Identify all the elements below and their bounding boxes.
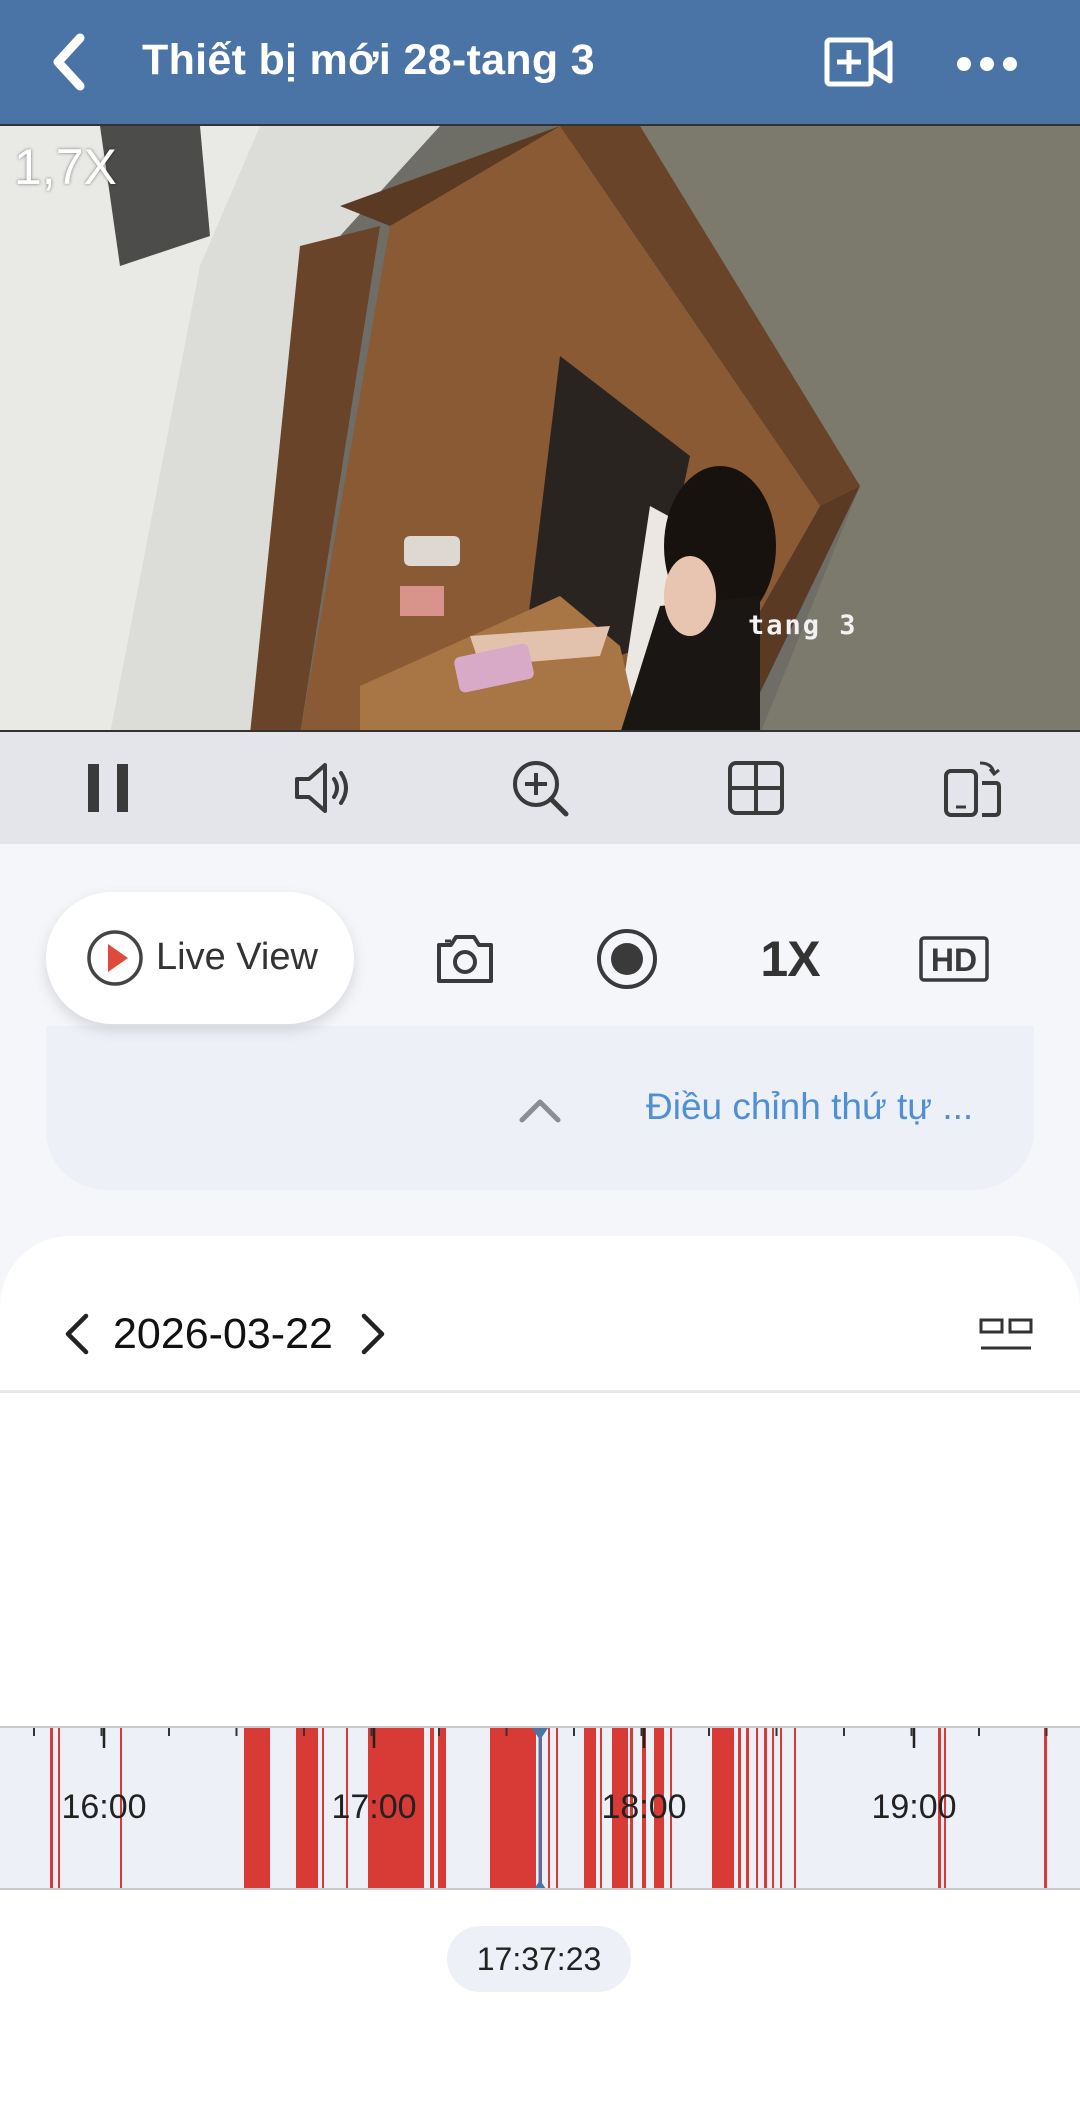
recording-segment — [780, 1728, 782, 1888]
recording-segment — [764, 1728, 767, 1888]
pause-button[interactable] — [74, 754, 142, 822]
back-arrow-icon — [53, 33, 85, 91]
panel-divider — [0, 1390, 1080, 1393]
hour-label: 17:00 — [331, 1788, 417, 1826]
back-button[interactable] — [40, 30, 100, 94]
recording-segment — [490, 1728, 536, 1888]
adjust-order-link[interactable]: Điều chỉnh thứ tự ... — [646, 1086, 973, 1128]
camera-icon — [437, 935, 493, 983]
chevron-up-icon — [519, 1099, 561, 1123]
pause-icon — [88, 764, 128, 812]
recording-segment — [756, 1728, 758, 1888]
recording-segment — [430, 1728, 434, 1888]
recording-segment — [738, 1728, 741, 1888]
recording-segment — [322, 1728, 324, 1888]
recording-segment — [548, 1728, 550, 1888]
camera-video-view[interactable]: 1,7X tang 3 — [0, 124, 1080, 732]
live-view-label: Live View — [156, 936, 318, 978]
hour-label: 16:00 — [61, 1788, 147, 1826]
speaker-icon — [295, 763, 348, 813]
previous-day-button[interactable] — [58, 1310, 100, 1358]
add-camera-button[interactable] — [824, 34, 894, 92]
recording-segment — [296, 1728, 318, 1888]
next-day-button[interactable] — [350, 1310, 392, 1358]
zoom-button[interactable] — [506, 754, 574, 822]
playback-controls — [0, 732, 1080, 844]
grid-icon — [728, 761, 784, 815]
camera-osd-label: tang 3 — [748, 610, 858, 641]
recording-segment — [244, 1728, 270, 1888]
recording-segment — [794, 1728, 796, 1888]
recording-segment — [556, 1728, 558, 1888]
sound-button[interactable] — [290, 754, 358, 822]
zoom-level-label: 1,7X — [14, 139, 117, 195]
rotate-screen-icon — [944, 761, 1001, 817]
snapshot-button[interactable] — [430, 924, 500, 994]
play-circle-icon — [87, 930, 143, 986]
recording-segment — [50, 1728, 53, 1888]
recording-segment — [58, 1728, 60, 1888]
zoom-in-icon — [513, 761, 569, 817]
hour-label: 19:00 — [871, 1788, 957, 1826]
collapse-button[interactable] — [516, 1092, 564, 1126]
recording-segment — [584, 1728, 596, 1888]
record-icon — [597, 929, 657, 989]
chevron-right-icon — [361, 1313, 385, 1355]
recording-segment — [772, 1728, 774, 1888]
split-view-icon — [979, 1318, 1033, 1350]
recording-segment — [712, 1728, 734, 1888]
multi-view-button[interactable] — [722, 754, 790, 822]
view-mode-button[interactable] — [978, 1316, 1034, 1356]
more-dots-icon — [957, 57, 1017, 71]
rotate-screen-button[interactable] — [938, 754, 1006, 822]
record-button[interactable] — [592, 924, 662, 994]
playback-speed-button[interactable]: 1X — [750, 924, 830, 994]
quality-button[interactable]: HD — [918, 924, 990, 994]
date-label[interactable]: 2026-03-22 — [113, 1310, 333, 1359]
more-options-button[interactable] — [954, 44, 1024, 84]
top-bar: Thiết bị mới 28-tang 3 — [0, 0, 1080, 124]
current-time-badge: 17:37:23 — [447, 1926, 631, 1992]
live-view-button[interactable]: Live View — [46, 892, 354, 1024]
hour-label: 18:00 — [601, 1788, 687, 1826]
recording-segment — [746, 1728, 749, 1888]
speed-label: 1X — [760, 931, 820, 987]
camera-frame-image — [0, 126, 1080, 730]
video-add-icon — [824, 37, 893, 87]
hd-quality-label: HD — [931, 942, 977, 978]
chevron-left-icon — [65, 1313, 89, 1355]
hd-quality-icon: HD — [919, 936, 989, 982]
recording-segment — [438, 1728, 446, 1888]
page-title: Thiết bị mới 28-tang 3 — [142, 36, 595, 84]
recording-segment — [1044, 1728, 1047, 1888]
